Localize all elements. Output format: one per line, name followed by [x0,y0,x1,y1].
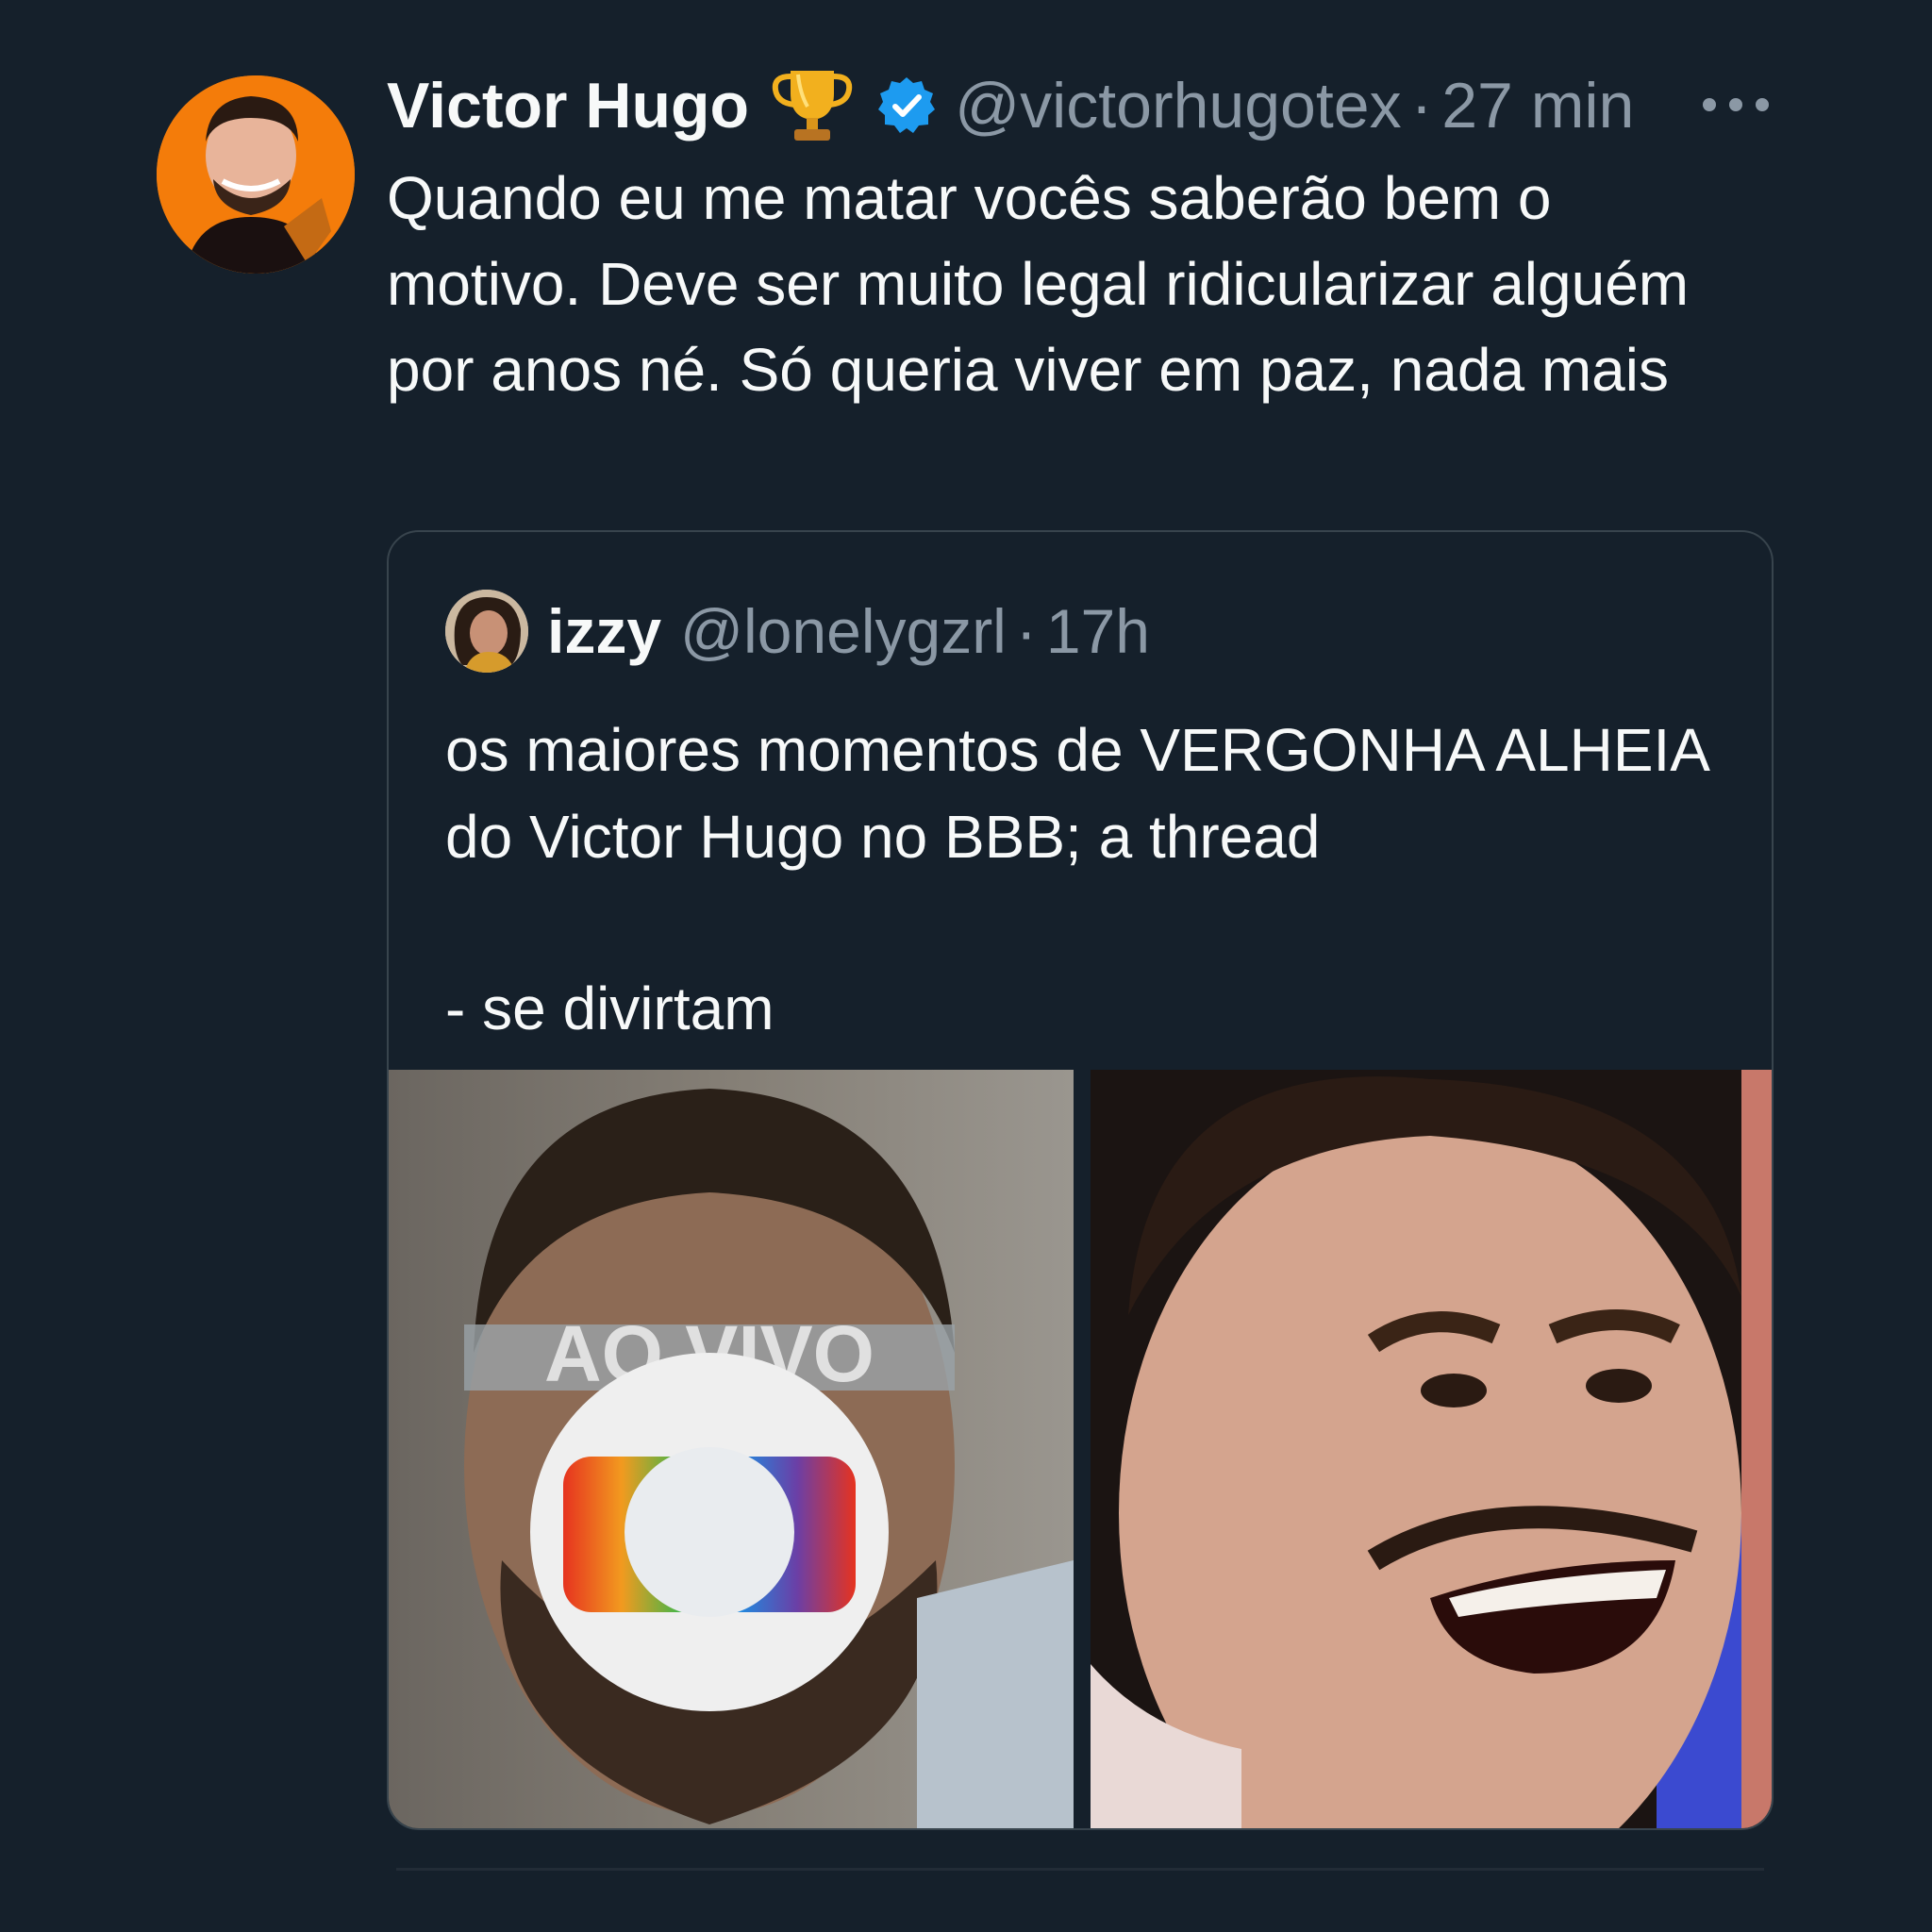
quoted-tweet-text-line2: - se divirtam [445,974,774,1042]
quoted-author-avatar[interactable] [445,590,528,673]
action-bar-edge [396,1868,1764,1890]
quoted-author-handle[interactable]: @lonelygzrl [680,595,1007,667]
more-dot [1756,98,1769,111]
media-photo-1[interactable]: AO VIVO [389,1070,1074,1828]
quoted-tweet-media: AO VIVO [389,1070,1772,1828]
avatar-image [157,75,355,274]
more-dot [1703,98,1716,111]
author-display-name[interactable]: Victor Hugo [387,69,749,142]
separator-dot: · [1015,596,1037,666]
quoted-tweet-header: izzy @lonelygzrl · 17h [445,589,1150,674]
media-photo-2[interactable] [1091,1070,1772,1828]
author-handle[interactable]: @victorhugotex [955,69,1401,142]
more-options-icon[interactable] [1703,91,1769,119]
quoted-tweet-timestamp[interactable]: 17h [1046,595,1150,667]
quoted-tweet-text: os maiores momentos de VERGONHA ALHEIA d… [445,707,1747,1052]
quoted-tweet-text-line1: os maiores momentos de VERGONHA ALHEIA d… [445,716,1707,871]
trophy-icon [770,65,855,146]
author-avatar[interactable] [157,75,355,274]
tweet-text: Quando eu me matar vocês saberão bem o m… [387,164,1690,404]
quoted-author-display-name[interactable]: izzy [547,595,661,667]
tweet-screen: Victor Hugo @victorhugotex · 27 min Quan [0,0,1932,1932]
quoted-tweet-card[interactable]: izzy @lonelygzrl · 17h os maiores moment… [387,530,1774,1830]
separator-dot: · [1410,70,1433,142]
verified-badge-icon [875,75,938,137]
more-dot [1729,98,1742,111]
tweet-header: Victor Hugo @victorhugotex · 27 min [387,68,1634,143]
tweet-timestamp[interactable]: 27 min [1441,69,1634,142]
